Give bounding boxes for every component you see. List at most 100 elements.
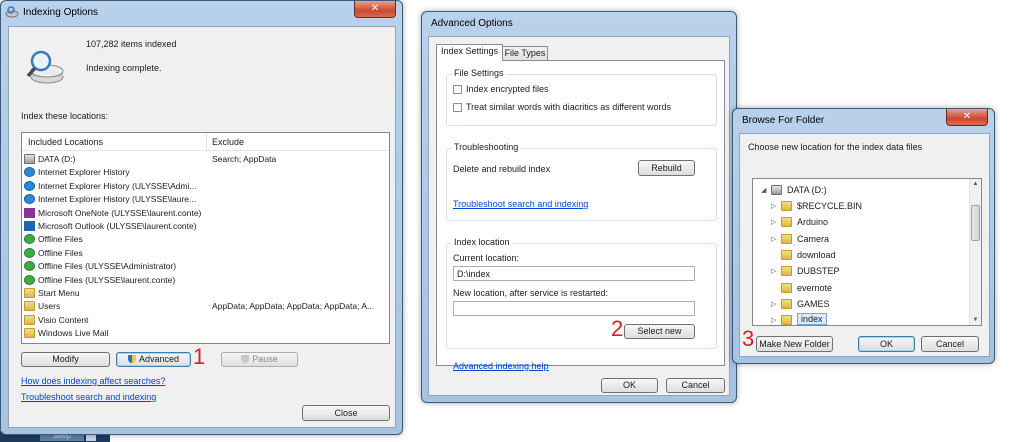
folder-icon [24, 288, 35, 298]
folder-icon [781, 266, 792, 277]
advanced-client-area: Index Settings File Types File Settings … [428, 36, 730, 396]
scroll-down-arrow-icon[interactable]: ▼ [970, 315, 981, 325]
troubleshooting-group: Troubleshooting Delete and rebuild index… [446, 142, 717, 221]
new-location-label: New location, after service is restarted… [453, 288, 609, 298]
encrypted-files-label[interactable]: Index encrypted files [466, 84, 549, 94]
list-item[interactable]: DATA (D:) Search; AppData [24, 153, 386, 166]
expand-arrow-icon[interactable]: ▷ [771, 267, 776, 275]
list-item[interactable]: Internet Explorer History [24, 166, 386, 179]
scroll-thumb[interactable] [971, 205, 980, 241]
drive-icon [771, 185, 782, 195]
locations-label: Index these locations: [21, 111, 109, 121]
offline-files-icon [24, 234, 35, 245]
folder-tree[interactable]: ◢ DATA (D:) ▷ $RECYCLE.BIN ▷ Arduino ▷ Camera… [752, 178, 982, 326]
list-item[interactable]: Internet Explorer History (ULYSSE\Admi..… [24, 180, 386, 193]
window-title: Indexing Options [23, 7, 99, 18]
make-new-folder-button[interactable]: Make New Folder [756, 336, 833, 352]
folder-name: download [797, 249, 836, 260]
list-item[interactable]: Offline Files [24, 233, 386, 246]
internet-explorer-icon [24, 180, 35, 191]
close-window-button[interactable]: ✕ [946, 109, 988, 126]
list-item[interactable]: Offline Files (ULYSSE\Administrator) [24, 260, 386, 273]
cancel-button[interactable]: Cancel [666, 378, 725, 393]
location-name: Internet Explorer History (ULYSSE\Admi..… [38, 180, 197, 191]
browse-client-area: Choose new location for the index data f… [739, 133, 990, 357]
list-item[interactable]: Internet Explorer History (ULYSSE\laure.… [24, 193, 386, 206]
ok-button[interactable]: OK [601, 378, 658, 393]
list-item[interactable]: Microsoft Outlook (ULYSSE\laurent.conte) [24, 220, 386, 233]
close-window-button[interactable]: ✕ [354, 1, 396, 18]
tab-file-types[interactable]: File Types [502, 46, 548, 60]
expand-arrow-icon[interactable]: ▷ [771, 202, 776, 210]
location-name: Microsoft OneNote (ULYSSE\laurent.conte) [38, 207, 202, 218]
location-name: Offline Files [38, 247, 83, 258]
list-item[interactable]: Windows Live Mail [24, 327, 386, 340]
ok-button[interactable]: OK [858, 336, 915, 352]
cancel-button[interactable]: Cancel [921, 336, 979, 352]
pause-button[interactable]: Pause [221, 352, 298, 367]
folder-icon [24, 328, 35, 339]
current-location-field[interactable]: D:\index [453, 266, 695, 281]
expand-arrow-icon[interactable]: ▷ [771, 316, 776, 324]
location-exclude: Search; AppData [212, 154, 277, 164]
column-exclude[interactable]: Exclude [212, 137, 244, 147]
folder-name: GAMES [797, 298, 830, 309]
select-new-button[interactable]: Select new [624, 324, 695, 339]
tree-item[interactable]: ▷ $RECYCLE.BIN [771, 199, 961, 215]
scroll-up-arrow-icon[interactable]: ▲ [970, 179, 981, 189]
location-name: Microsoft Outlook (ULYSSE\laurent.conte) [38, 221, 197, 231]
tree-item[interactable]: ▷ Arduino [771, 215, 961, 231]
new-location-field[interactable] [453, 301, 695, 316]
offline-files-icon [24, 247, 35, 258]
tree-item[interactable]: ▷ Camera [771, 232, 961, 248]
troubleshoot-link[interactable]: Troubleshoot search and indexing [453, 199, 588, 209]
index-location-legend: Index location [452, 237, 512, 247]
advanced-indexing-help-link[interactable]: Advanced indexing help [453, 361, 549, 371]
window-title: Browse For Folder [742, 115, 825, 126]
folder-icon [781, 201, 792, 211]
tree-scrollbar[interactable]: ▲ ▼ [969, 179, 981, 325]
folder-icon [781, 217, 792, 228]
expand-arrow-icon[interactable]: ▷ [771, 300, 776, 308]
internet-explorer-icon [24, 194, 35, 205]
list-item[interactable]: Start Menu [24, 287, 386, 300]
folder-name: Arduino [797, 217, 829, 228]
tree-item[interactable]: ▷ DUBSTEP [771, 264, 961, 280]
folder-icon [781, 315, 792, 325]
advanced-button[interactable]: Advanced [116, 352, 191, 367]
encrypted-files-checkbox[interactable] [453, 85, 462, 94]
list-item[interactable]: Offline Files (ULYSSE\laurent.conte) [24, 274, 386, 287]
diacritics-checkbox[interactable] [453, 103, 462, 112]
tree-root-label: DATA (D:) [787, 185, 827, 195]
list-item[interactable]: Microsoft OneNote (ULYSSE\laurent.conte) [24, 207, 386, 220]
diacritics-label[interactable]: Treat similar words with diacritics as d… [466, 102, 671, 112]
tree-item[interactable]: ▷ GAMES [771, 297, 961, 313]
browse-instruction: Choose new location for the index data f… [748, 142, 923, 152]
expand-arrow-icon[interactable]: ▷ [771, 218, 776, 226]
rebuild-button[interactable]: Rebuild [638, 160, 695, 176]
tree-item[interactable]: evernote [771, 281, 961, 297]
pause-button-label: Pause [252, 354, 278, 364]
list-item[interactable]: Offline Files [24, 247, 386, 260]
folder-name: Camera [797, 233, 830, 244]
expand-arrow-icon[interactable]: ▷ [771, 235, 776, 243]
list-item[interactable]: Visio Content [24, 314, 386, 327]
troubleshoot-link[interactable]: Troubleshoot search and indexing [21, 392, 156, 402]
collapse-arrow-icon[interactable]: ◢ [761, 186, 766, 194]
list-item[interactable]: Users AppData; AppData; AppData; AppData;… [24, 300, 386, 313]
modify-button[interactable]: Modify [21, 352, 110, 367]
close-button[interactable]: Close [302, 405, 390, 421]
locations-list[interactable]: Included Locations Exclude DATA (D:) Sear… [21, 132, 390, 344]
index-location-group: Index location Current location: D:\inde… [446, 237, 717, 349]
tree-item[interactable]: ▷ index [771, 313, 961, 325]
tree-item[interactable]: download [771, 248, 961, 264]
location-name: Internet Explorer History (ULYSSE\laure.… [38, 194, 197, 205]
step-marker-3: 3 [742, 326, 755, 351]
tree-root[interactable]: ◢ DATA (D:) [761, 183, 961, 199]
file-settings-group: File Settings Index encrypted files Trea… [446, 68, 717, 126]
index-settings-panel: File Settings Index encrypted files Trea… [436, 60, 725, 371]
folder-name: DUBSTEP [797, 266, 840, 277]
how-indexing-affects-link[interactable]: How does indexing affect searches? [21, 376, 165, 386]
column-included-locations[interactable]: Included Locations [28, 137, 103, 147]
tab-index-settings[interactable]: Index Settings [436, 44, 503, 61]
